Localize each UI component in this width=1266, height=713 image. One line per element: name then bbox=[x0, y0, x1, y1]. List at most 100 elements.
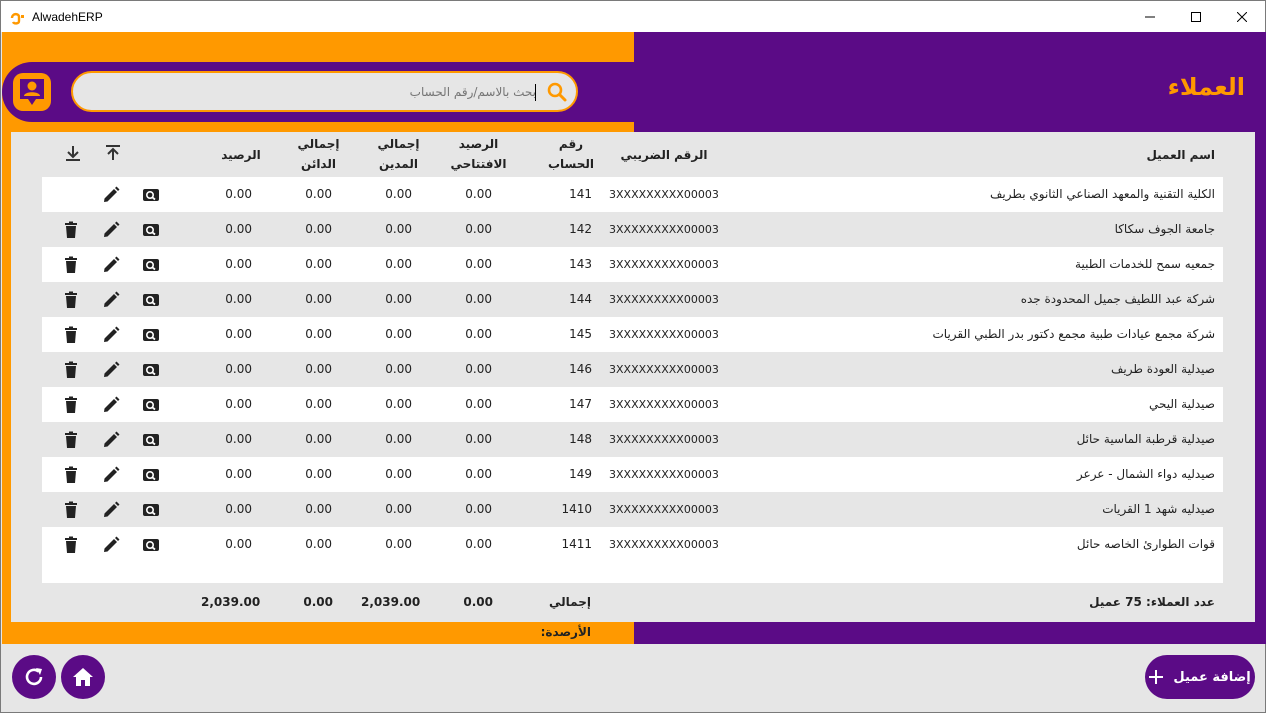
cell-account: 145 bbox=[569, 327, 592, 341]
cell-opening: 0.00 bbox=[465, 432, 492, 446]
pencil-icon[interactable] bbox=[102, 221, 120, 239]
table-row[interactable]: قوات الطوارئ الخاصه حائل 3XXXXXXXXX00003 1… bbox=[42, 527, 1223, 562]
cell-account: 141 bbox=[569, 187, 592, 201]
table-row[interactable]: جامعة الجوف سكاكا 3XXXXXXXXX00003 142 0.00 0… bbox=[42, 212, 1223, 247]
trash-icon[interactable] bbox=[62, 396, 80, 414]
cell-debit: 0.00 bbox=[385, 397, 412, 411]
total-debit: 2,039.00 bbox=[361, 595, 421, 609]
table-row[interactable]: صيدلية قرطبة الماسية حائل 3XXXXXXXXX00003… bbox=[42, 422, 1223, 457]
cell-debit: 0.00 bbox=[385, 222, 412, 236]
trash-icon[interactable] bbox=[62, 221, 80, 239]
zoom-view-icon[interactable] bbox=[142, 291, 160, 309]
cell-tax: 3XXXXXXXXX00003 bbox=[609, 468, 719, 481]
cell-account: 147 bbox=[569, 397, 592, 411]
maximize-button[interactable] bbox=[1173, 1, 1219, 32]
close-button[interactable] bbox=[1219, 1, 1265, 32]
cell-balance: 0.00 bbox=[225, 327, 252, 341]
download-icon[interactable] bbox=[64, 144, 82, 162]
trash-icon[interactable] bbox=[62, 501, 80, 519]
zoom-view-icon[interactable] bbox=[142, 361, 160, 379]
pencil-icon[interactable] bbox=[102, 396, 120, 414]
header-account: رقم الحساب bbox=[547, 137, 595, 171]
cell-opening: 0.00 bbox=[465, 397, 492, 411]
trash-icon[interactable] bbox=[62, 466, 80, 484]
pencil-icon[interactable] bbox=[102, 186, 120, 204]
table-row[interactable]: جمعيه سمح للخدمات الطبية 3XXXXXXXXX00003 1… bbox=[42, 247, 1223, 282]
header-name: اسم العميل bbox=[1146, 148, 1215, 162]
table-row[interactable]: صيدلية العودة طريف 3XXXXXXXXX00003 146 0.00… bbox=[42, 352, 1223, 387]
pencil-icon[interactable] bbox=[102, 326, 120, 344]
trash-icon[interactable] bbox=[62, 291, 80, 309]
cell-tax: 3XXXXXXXXX00003 bbox=[609, 398, 719, 411]
cell-name: صيدلية قرطبة الماسية حائل bbox=[1076, 432, 1215, 446]
cell-name: جمعيه سمح للخدمات الطبية bbox=[1075, 257, 1215, 271]
cell-account: 1410 bbox=[561, 502, 592, 516]
user-icon[interactable] bbox=[13, 73, 51, 111]
zoom-view-icon[interactable] bbox=[142, 326, 160, 344]
upload-icon[interactable] bbox=[104, 144, 122, 162]
cell-account: 142 bbox=[569, 222, 592, 236]
cell-credit: 0.00 bbox=[305, 537, 332, 551]
search-input[interactable] bbox=[96, 79, 536, 105]
zoom-view-icon[interactable] bbox=[142, 221, 160, 239]
customers-table: اسم العميل الرقم الضريبي رقم الحساب الرص… bbox=[11, 132, 1255, 639]
header-balance: الرصيد bbox=[221, 148, 261, 162]
search-icon[interactable] bbox=[546, 81, 568, 103]
pencil-icon[interactable] bbox=[102, 466, 120, 484]
minimize-button[interactable] bbox=[1127, 1, 1173, 32]
add-customer-label: إضافة عميل bbox=[1173, 669, 1251, 685]
cell-credit: 0.00 bbox=[305, 397, 332, 411]
cell-tax: 3XXXXXXXXX00003 bbox=[609, 328, 719, 341]
trash-icon[interactable] bbox=[62, 361, 80, 379]
pencil-icon[interactable] bbox=[102, 291, 120, 309]
pencil-icon[interactable] bbox=[102, 501, 120, 519]
pencil-icon[interactable] bbox=[102, 256, 120, 274]
zoom-view-icon[interactable] bbox=[142, 536, 160, 554]
cell-opening: 0.00 bbox=[465, 222, 492, 236]
totals-label: إجمالي الأرصدة: bbox=[540, 595, 591, 639]
cell-opening: 0.00 bbox=[465, 292, 492, 306]
cell-debit: 0.00 bbox=[385, 187, 412, 201]
trash-icon[interactable] bbox=[62, 326, 80, 344]
cell-opening: 0.00 bbox=[465, 502, 492, 516]
pencil-icon[interactable] bbox=[102, 536, 120, 554]
cell-tax: 3XXXXXXXXX00003 bbox=[609, 293, 719, 306]
table-row[interactable]: صيدليه شهد 1 القريات 3XXXXXXXXX00003 1410 0… bbox=[42, 492, 1223, 527]
cell-account: 143 bbox=[569, 257, 592, 271]
zoom-view-icon[interactable] bbox=[142, 501, 160, 519]
cell-tax: 3XXXXXXXXX00003 bbox=[609, 223, 719, 236]
cell-account: 144 bbox=[569, 292, 592, 306]
zoom-view-icon[interactable] bbox=[142, 466, 160, 484]
page-title: العملاء bbox=[1167, 73, 1245, 101]
zoom-view-icon[interactable] bbox=[142, 396, 160, 414]
pencil-icon[interactable] bbox=[102, 361, 120, 379]
total-opening: 0.00 bbox=[463, 595, 493, 609]
zoom-view-icon[interactable] bbox=[142, 256, 160, 274]
table-row[interactable]: شركة عبد اللطيف جميل المحدودة جده 3XXXXXX… bbox=[42, 282, 1223, 317]
header-debit: إجمالي المدين bbox=[377, 137, 420, 171]
cell-name: صيدلية اليحي bbox=[1149, 397, 1215, 411]
home-icon bbox=[73, 668, 93, 686]
table-row[interactable]: شركة مجمع عيادات طبية مجمع دكتور بدر الط… bbox=[42, 317, 1223, 352]
table-row[interactable]: صيدليه دواء الشمال - عرعر 3XXXXXXXXX00003… bbox=[42, 457, 1223, 492]
refresh-button[interactable] bbox=[12, 655, 56, 699]
cell-credit: 0.00 bbox=[305, 327, 332, 341]
trash-icon[interactable] bbox=[62, 536, 80, 554]
trash-icon[interactable] bbox=[62, 431, 80, 449]
add-customer-button[interactable]: إضافة عميل bbox=[1145, 655, 1255, 699]
cell-credit: 0.00 bbox=[305, 362, 332, 376]
table-body[interactable]: الكلية التقنية والمعهد الصناعي الثانوي ب… bbox=[42, 177, 1223, 583]
cell-credit: 0.00 bbox=[305, 187, 332, 201]
trash-icon[interactable] bbox=[62, 256, 80, 274]
app-logo-icon bbox=[10, 9, 26, 25]
zoom-view-icon[interactable] bbox=[142, 431, 160, 449]
cell-debit: 0.00 bbox=[385, 537, 412, 551]
table-row[interactable]: الكلية التقنية والمعهد الصناعي الثانوي ب… bbox=[42, 177, 1223, 212]
table-footer: عدد العملاء: 75 عميل إجمالي الأرصدة: 0.0… bbox=[11, 587, 1255, 639]
cell-name: صيدليه دواء الشمال - عرعر bbox=[1076, 467, 1215, 481]
table-row[interactable]: صيدلية اليحي 3XXXXXXXXX00003 147 0.00 0.00 0.… bbox=[42, 387, 1223, 422]
zoom-view-icon[interactable] bbox=[142, 186, 160, 204]
home-button[interactable] bbox=[61, 655, 105, 699]
pencil-icon[interactable] bbox=[102, 431, 120, 449]
search-box bbox=[71, 71, 578, 112]
